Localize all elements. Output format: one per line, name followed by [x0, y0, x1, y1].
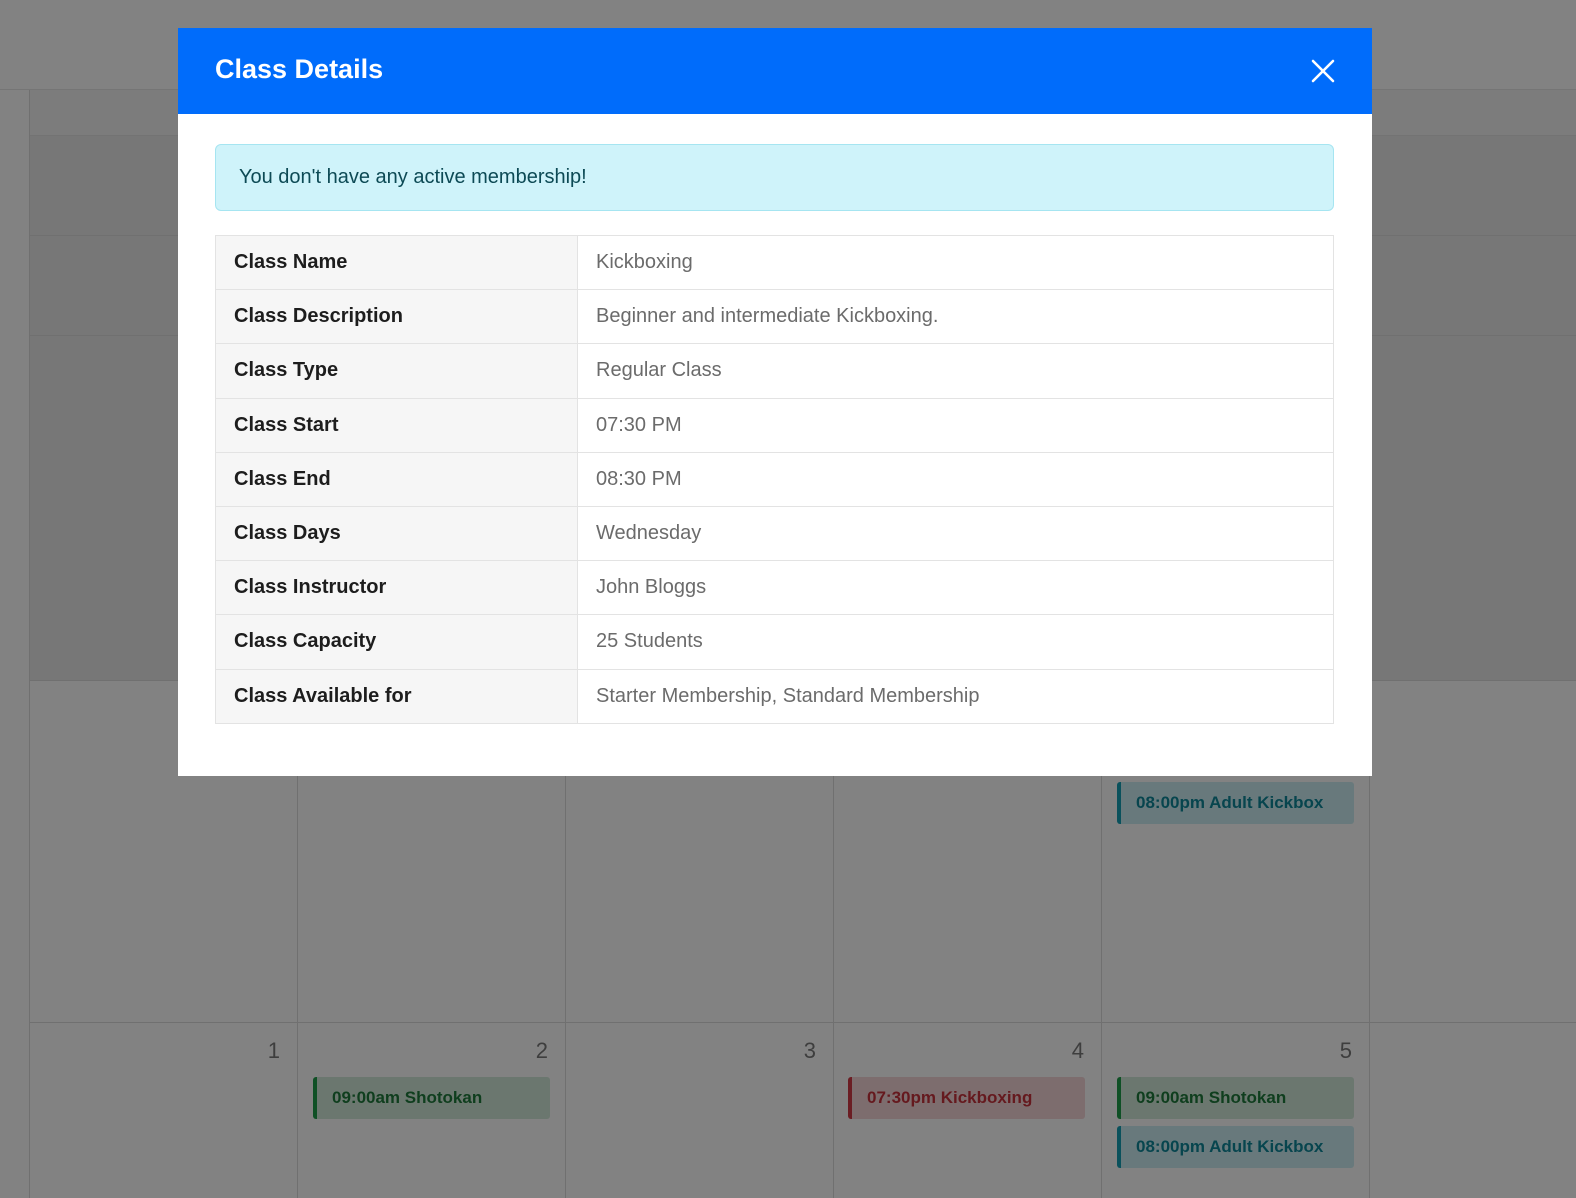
row-label: Class Start [215, 397, 578, 453]
row-value: 07:30 PM [577, 397, 1334, 453]
row-label: Class Instructor [215, 560, 578, 616]
close-button[interactable] [1306, 54, 1340, 88]
row-label: Class Description [215, 289, 578, 345]
class-details-modal: Class Details You don't have any active … [178, 28, 1372, 776]
table-row: Class Days Wednesday [215, 505, 1334, 562]
row-label: Class Days [215, 505, 578, 562]
row-label: Class End [215, 451, 578, 507]
row-value: 25 Students [577, 614, 1334, 670]
table-row: Class Capacity 25 Students [215, 614, 1334, 670]
membership-alert: You don't have any active membership! [215, 144, 1334, 211]
table-row: Class Name Kickboxing [215, 234, 1334, 291]
table-row: Class Instructor John Bloggs [215, 560, 1334, 616]
row-label: Class Name [215, 234, 578, 291]
row-value: 08:30 PM [577, 451, 1334, 507]
row-label: Class Available for [215, 668, 578, 724]
close-icon [1311, 59, 1335, 83]
row-value: Regular Class [577, 343, 1334, 399]
row-value: Kickboxing [577, 234, 1334, 291]
row-label: Class Type [215, 343, 578, 399]
class-details-table: Class Name Kickboxing Class Description … [215, 234, 1334, 724]
row-value: Beginner and intermediate Kickboxing. [577, 289, 1334, 345]
table-row: Class Type Regular Class [215, 343, 1334, 399]
row-value: Starter Membership, Standard Membership [577, 668, 1334, 724]
modal-title: Class Details [215, 54, 384, 84]
modal-header: Class Details [178, 28, 1372, 114]
row-value: John Bloggs [577, 560, 1334, 616]
table-row: Class Available for Starter Membership, … [215, 668, 1334, 724]
table-row: Class Description Beginner and intermedi… [215, 289, 1334, 345]
table-row: Class Start 07:30 PM [215, 397, 1334, 453]
row-label: Class Capacity [215, 614, 578, 670]
row-value: Wednesday [577, 505, 1334, 562]
table-row: Class End 08:30 PM [215, 451, 1334, 507]
